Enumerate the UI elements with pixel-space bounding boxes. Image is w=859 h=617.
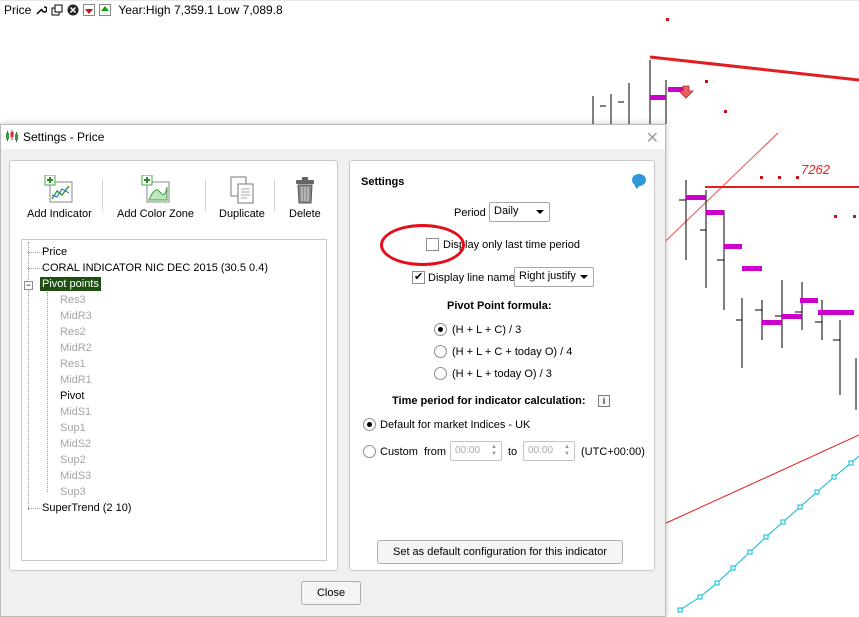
wrench-icon[interactable] [34,4,47,17]
dialog-title-bar[interactable]: Settings - Price [1,125,665,149]
tree-item-coral-indicator[interactable]: CORAL INDICATOR NIC DEC 2015 (30.5 0.4) [42,261,268,275]
settings-heading: Settings [361,176,405,188]
candlestick-icon [5,129,19,145]
formula-title: Pivot Point formula: [447,300,552,312]
tree-item-supertrend[interactable]: SuperTrend (2 10) [42,501,131,515]
line-name-label: Display line name [428,272,515,284]
formula-radio-2[interactable] [434,345,447,358]
instrument-label[interactable]: Price [4,3,31,17]
default-period-label: Default for market Indices - UK [380,419,531,431]
add-color-zone-icon [141,175,170,203]
toolbar-divider [102,179,103,211]
custom-period-label: Custom [380,446,418,458]
add-indicator-icon [44,175,73,203]
tree-item-res2[interactable]: Res2 [60,325,86,339]
tree-item-pivot[interactable]: Pivot [60,389,84,403]
default-period-radio[interactable] [363,418,376,431]
indicator-list-panel: Add Indicator Add Color Zone Duplicate D… [9,160,338,571]
from-label: from [424,446,446,458]
trend-line-upper [649,55,859,82]
add-color-zone-button[interactable]: Add Color Zone [117,175,194,220]
move-down-icon[interactable] [82,4,95,17]
tree-item-mids1[interactable]: MidS1 [60,405,91,419]
tree-item-mids2[interactable]: MidS2 [60,437,91,451]
indicator-toolbar: Add Indicator Add Color Zone Duplicate D… [10,175,337,235]
toolbar-divider [274,179,275,211]
close-icon[interactable]: ✕ [646,128,659,148]
chevron-down-icon [580,275,588,279]
level-annotation: 7262 [801,162,830,177]
tree-item-sup3[interactable]: Sup3 [60,485,86,499]
trend-line-diagonal [649,132,779,257]
move-up-icon[interactable] [98,4,111,17]
tree-item-sup2[interactable]: Sup2 [60,453,86,467]
tree-item-res1[interactable]: Res1 [60,357,86,371]
tree-connector [28,508,42,509]
help-chat-icon[interactable] [632,174,646,189]
formula-radio-1[interactable] [434,323,447,336]
tree-item-midr3[interactable]: MidR3 [60,309,92,323]
period-select[interactable]: Daily [489,202,550,222]
indicator-tree[interactable]: − Price CORAL INDICATOR NIC DEC 2015 (30… [21,239,327,561]
tree-item-pivot-points[interactable]: Pivot points [40,277,101,291]
period-label: Period [454,207,486,219]
set-default-button[interactable]: Set as default configuration for this in… [377,540,623,564]
timezone-label: (UTC+00:00) [581,446,645,458]
line-name-checkbox[interactable] [412,270,425,284]
chart-header: Price Year:High 7,359.1 Low 7,089.8 [0,0,859,20]
custom-period-radio[interactable] [363,445,376,458]
collapse-toggle[interactable]: − [24,281,33,290]
to-time-input[interactable]: 00:00 ▲ ▼ [523,441,575,461]
tree-connector [28,252,42,253]
formula-label-3: (H + L + today O) / 3 [452,368,552,380]
tree-connector [28,268,42,269]
info-icon[interactable]: i [598,395,610,407]
duplicate-icon [230,176,254,204]
tree-item-midr2[interactable]: MidR2 [60,341,92,355]
formula-label-1: (H + L + C) / 3 [452,324,522,336]
last-period-checkbox[interactable] [426,238,439,251]
spin-arrows-icon: ▲ ▼ [491,444,497,457]
tree-item-sup1[interactable]: Sup1 [60,421,86,435]
to-label: to [508,446,518,458]
tree-connector [47,292,48,492]
from-time-input[interactable]: 00:00 ▲ ▼ [450,441,502,461]
settings-dialog: Settings - Price ✕ Add Indicator Add Col… [0,124,666,617]
remove-icon[interactable] [66,4,79,17]
close-button[interactable]: Close [301,581,361,605]
year-range-text: Year:High 7,359.1 Low 7,089.8 [118,3,283,17]
trend-line-lower [663,434,859,525]
formula-radio-3[interactable] [434,367,447,380]
spin-arrows-icon: ▲ ▼ [564,444,570,457]
tree-item-res3[interactable]: Res3 [60,293,86,307]
windows-icon[interactable] [50,4,63,17]
dialog-title: Settings - Price [23,130,105,144]
time-period-title: Time period for indicator calculation: [392,395,586,407]
delete-button[interactable]: Delete [289,175,321,220]
pivot-markers [650,87,854,325]
line-name-select[interactable]: Right justify [514,267,594,287]
tree-item-mids3[interactable]: MidS3 [60,469,91,483]
toolbar-divider [205,179,206,211]
supertrend-line [677,455,859,613]
settings-panel: Settings Period Daily Display only last … [349,160,655,571]
chevron-down-icon [536,210,544,214]
tree-item-price[interactable]: Price [42,245,67,259]
formula-label-2: (H + L + C + today O) / 4 [452,346,573,358]
last-period-label: Display only last time period [443,239,580,251]
add-indicator-button[interactable]: Add Indicator [27,175,92,220]
duplicate-button[interactable]: Duplicate [219,175,265,220]
tree-item-midr1[interactable]: MidR1 [60,373,92,387]
trash-icon [295,177,314,204]
